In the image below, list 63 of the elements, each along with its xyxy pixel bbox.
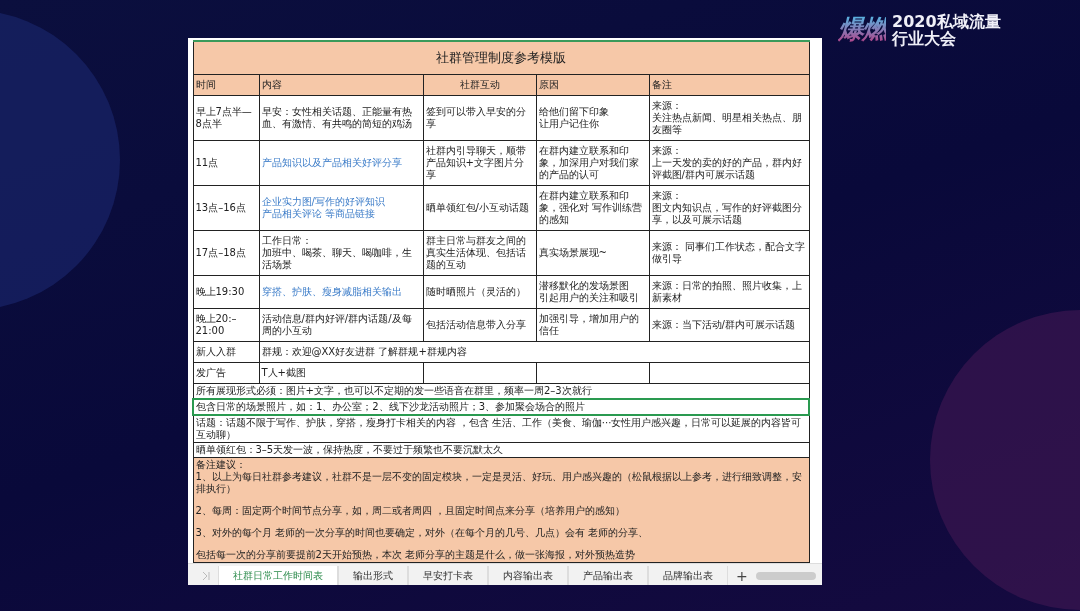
sheet-tab[interactable]: 产品输出表 — [568, 566, 648, 585]
scrollbar[interactable] — [756, 572, 816, 580]
cell-text: 潜移默化的发场景图 — [538, 280, 630, 292]
cell-text: 来源： — [651, 145, 683, 157]
cell-text: 图文内知识点，写作的好评截图分享，以及可展示话题 — [651, 202, 803, 226]
table-cell: 17点–18点 — [193, 230, 259, 276]
advice-text: 1、以上为每日社群参考建议，社群不是一层不变的固定模块，一定是灵活、好玩、用户感兴趣的（松鼠根据以上参考，进行细致调整，安排执行） — [195, 471, 803, 495]
table-cell: 社群内引导聊天，顺带产品知识+文字图片分享 — [423, 140, 536, 186]
table-cell: 来源：日常的拍照、照片收集，上新素材 — [649, 275, 809, 309]
table-cell: 在群内建立联系和印象，加深用户对我们家的产品的认可 — [536, 140, 649, 186]
sheet-title: 社群管理制度参考模版 — [193, 41, 809, 75]
cell-text: 来源： — [651, 190, 683, 202]
cell-text: 企业实力图/写作的好评知识 — [261, 196, 386, 208]
table-cell: 11点 — [193, 140, 259, 186]
table-cell: 早安：女性相关话题、正能量有热血、有激情、有共鸣的简短的鸡汤 — [259, 95, 423, 141]
cell-text: 让用户记住你 — [538, 118, 600, 130]
table-cell: 来源：当下活动/群内可展示话题 — [649, 308, 809, 342]
logo-subtitle: 行业大会 — [892, 29, 956, 47]
table-cell: 来源： 同事们工作状态，配合文字做引导 — [649, 230, 809, 276]
table-cell: 随时晒照片（灵活的） — [423, 275, 536, 309]
column-header: 时间 — [193, 74, 259, 96]
table-cell: 晚上19:30 — [193, 275, 259, 309]
table-cell: 产品知识以及产品相关好评分享 — [259, 140, 423, 186]
cell-text: 引起用户的关注和吸引 — [538, 292, 640, 304]
table-cell: 新人入群 — [195, 346, 236, 358]
add-sheet-button[interactable]: + — [728, 566, 756, 585]
cell-text: 关注热点新闻、明星相关热点、朋友圈等 — [651, 112, 803, 136]
table-cell: 早上7点半—8点半 — [193, 95, 259, 141]
nav-arrow-icon[interactable] — [202, 571, 210, 581]
cell-text: 上一天发的卖的好的产品，群内好评截图/群内可展示话题 — [651, 157, 803, 181]
table-cell: 13点–16点 — [193, 185, 259, 231]
advice-text: 包括每一次的分享前要提前2天开始预热，本次 老师分享的主题是什么，做一张海报，对外预热造势 — [195, 549, 637, 561]
table-cell: 包含日常的场景照片，如：1、办公室；2、线下沙龙活动照片；3、参加聚会场合的照片 — [193, 399, 809, 415]
sheet-tab[interactable]: 社群日常工作时间表 — [218, 566, 338, 585]
table-cell: 包括活动信息带入分享 — [423, 308, 536, 342]
cell-text: 工作日常： — [261, 235, 313, 247]
cell-text: 给他们留下印象 — [538, 106, 610, 118]
table-cell: 签到可以带入早安的分享 — [423, 95, 536, 141]
cell-text: 产品相关评论 等商品链接 — [261, 208, 376, 220]
cell-text: 来源： — [651, 100, 683, 112]
logo-title: 2020私域流量 — [892, 12, 1001, 30]
table-cell: 群主日常与群友之间的真实生活体现、包括话题的互动 — [423, 230, 536, 276]
advice-title: 备注建议： — [195, 459, 247, 471]
table-cell: 真实场景展现~ — [536, 230, 649, 276]
table-cell: 所有展现形式必须：图片+文字，也可以不定期的发一些语音在群里，频率一周2–3次就行 — [193, 383, 809, 399]
table-cell: 在群内建立联系和印象，强化对 写作训练营的感知 — [536, 185, 649, 231]
table-cell: 发广告 — [193, 362, 259, 384]
table-cell: 晒单领红包：3–5天发一波，保持热度，不要过于频繁也不要沉默太久 — [193, 442, 809, 458]
table-cell: T人+截图 — [259, 362, 423, 384]
table-cell: 晒单领红包/小互动话题 — [423, 185, 536, 231]
advice-text: 3、对外的每个月 老师的一次分享的时间也要确定，对外（在每个月的几号、几点）会有 老师的分享、 — [195, 527, 650, 539]
table-cell: 加强引导，增加用户的信任 — [536, 308, 649, 342]
table-cell: 晚上20:–21:00 — [193, 308, 259, 342]
sheet-tab[interactable]: 输出形式 — [338, 566, 408, 585]
sheet-tab[interactable]: 早安打卡表 — [408, 566, 488, 585]
sheet-tab[interactable]: 内容输出表 — [488, 566, 568, 585]
table-cell: 活动信息/群内好评/群内话题/及每周的小互动 — [259, 308, 423, 342]
table-cell: 话题：话题不限于写作、护肤，穿搭，瘦身打卡相关的内容 ，包含 生活、工作（美食、瑜伽···女性用户感兴趣，日常可以延展的内容皆可互动聊） — [193, 415, 809, 443]
advice-text: 2、每周：固定两个时间节点分享，如，周二或者周四 ，且固定时间点来分享（培养用户的感知） — [195, 505, 627, 517]
table-cell: 穿搭、护肤、瘦身减脂相关输出 — [259, 275, 423, 309]
cell-text: 加班中、喝茶、聊天、喝咖啡，生活场景 — [261, 247, 413, 271]
sheet-tab[interactable]: 品牌输出表 — [648, 566, 728, 585]
table-cell: 群规：欢迎@XX好友进群 了解群规+群规内容 — [261, 346, 467, 358]
